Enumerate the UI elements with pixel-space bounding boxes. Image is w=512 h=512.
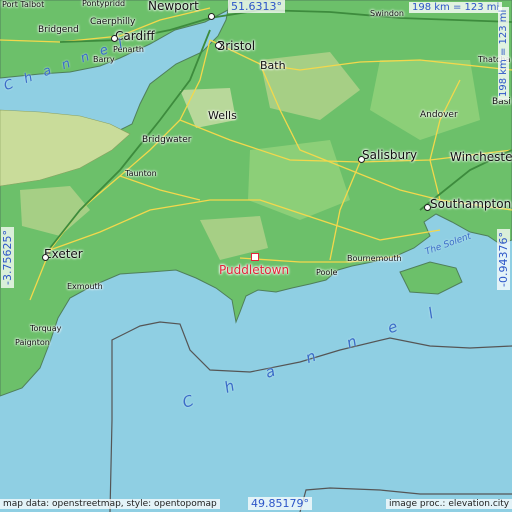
place-winchester: Wincheste xyxy=(450,150,512,164)
place-exeter: Exeter xyxy=(44,247,83,261)
place-newport: Newport xyxy=(148,0,199,13)
city-dot xyxy=(358,156,365,163)
place-andover: Andover xyxy=(420,110,458,120)
place-torquay: Torquay xyxy=(30,324,62,333)
city-dot xyxy=(424,204,431,211)
highlight-label: Puddletown xyxy=(219,263,290,277)
coord-left: -3.75625° xyxy=(1,227,14,288)
credit-image-proc: image proc.: elevation.city xyxy=(386,499,512,509)
place-paignton: Paignton xyxy=(15,338,50,347)
place-bristol: Bristol xyxy=(217,39,256,53)
place-southampton: Southampton xyxy=(430,197,512,211)
city-dot xyxy=(208,13,215,20)
place-exmouth: Exmouth xyxy=(67,282,103,291)
place-bridgend: Bridgend xyxy=(38,25,79,35)
city-dot xyxy=(215,42,222,49)
location-marker[interactable] xyxy=(251,253,259,261)
place-swindon: Swindon xyxy=(370,9,404,18)
coord-top: 51.6313° xyxy=(228,0,285,13)
map-canvas[interactable]: Port Talbot Pontypridd Newport Swindon C… xyxy=(0,0,512,512)
city-dot xyxy=(42,254,49,261)
place-bridgwater: Bridgwater xyxy=(142,135,192,145)
place-bournemouth: Bournemouth xyxy=(347,254,402,263)
place-taunton: Taunton xyxy=(125,169,157,178)
place-salisbury: Salisbury xyxy=(362,148,418,162)
coord-right: -0.94376° xyxy=(497,229,510,290)
place-caerphilly: Caerphilly xyxy=(90,17,136,27)
scale-right: 198 km = 123 mi xyxy=(498,6,509,100)
place-wells: Wells xyxy=(208,109,237,122)
place-bath: Bath xyxy=(260,59,286,72)
credit-map-data: map data: openstreetmap, style: opentopo… xyxy=(0,499,220,509)
place-pontypridd: Pontypridd xyxy=(82,0,126,8)
coord-bottom: 49.85179° xyxy=(248,497,312,510)
scale-top: 198 km = 123 mi xyxy=(409,2,503,13)
place-port-talbot: Port Talbot xyxy=(2,0,45,9)
place-poole: Poole xyxy=(316,268,338,277)
